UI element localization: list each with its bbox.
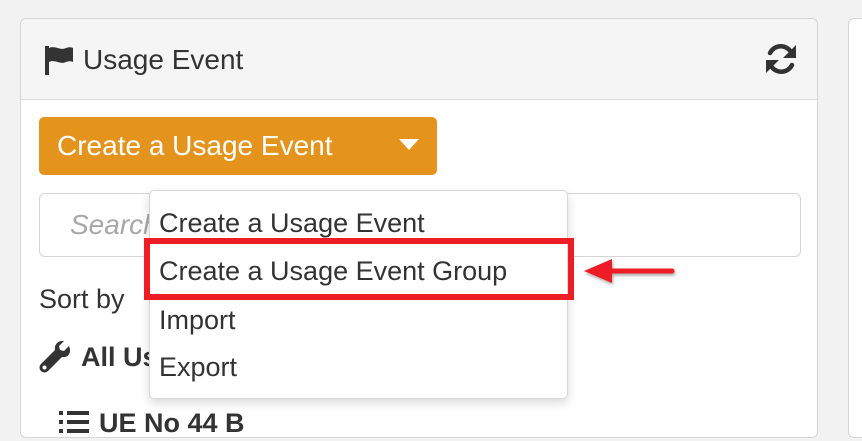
flag-icon — [45, 46, 73, 75]
sort-by-label: Sort by — [39, 284, 125, 314]
create-usage-event-button[interactable]: Create a Usage Event — [39, 117, 437, 175]
refresh-icon[interactable] — [763, 41, 799, 77]
menu-item-create-usage-event[interactable]: Create a Usage Event — [159, 207, 425, 239]
create-button-label: Create a Usage Event — [57, 130, 333, 161]
filter-label: All Us — [81, 342, 158, 372]
panel-header: Usage Event — [21, 19, 817, 100]
create-dropdown-menu: Create a Usage Event Create a Usage Even… — [149, 190, 568, 399]
menu-item-import[interactable]: Import — [159, 304, 236, 336]
list-item-label: UE No 44 B — [99, 408, 245, 438]
adjacent-panel-edge — [848, 18, 862, 438]
wrench-icon — [39, 341, 71, 373]
list-icon — [59, 411, 89, 433]
menu-item-create-usage-event-group[interactable]: Create a Usage Event Group — [159, 255, 507, 287]
caret-down-icon[interactable] — [399, 139, 419, 150]
panel-title: Usage Event — [83, 44, 244, 75]
menu-item-export[interactable]: Export — [159, 351, 237, 383]
arrow-left-icon — [584, 259, 675, 283]
